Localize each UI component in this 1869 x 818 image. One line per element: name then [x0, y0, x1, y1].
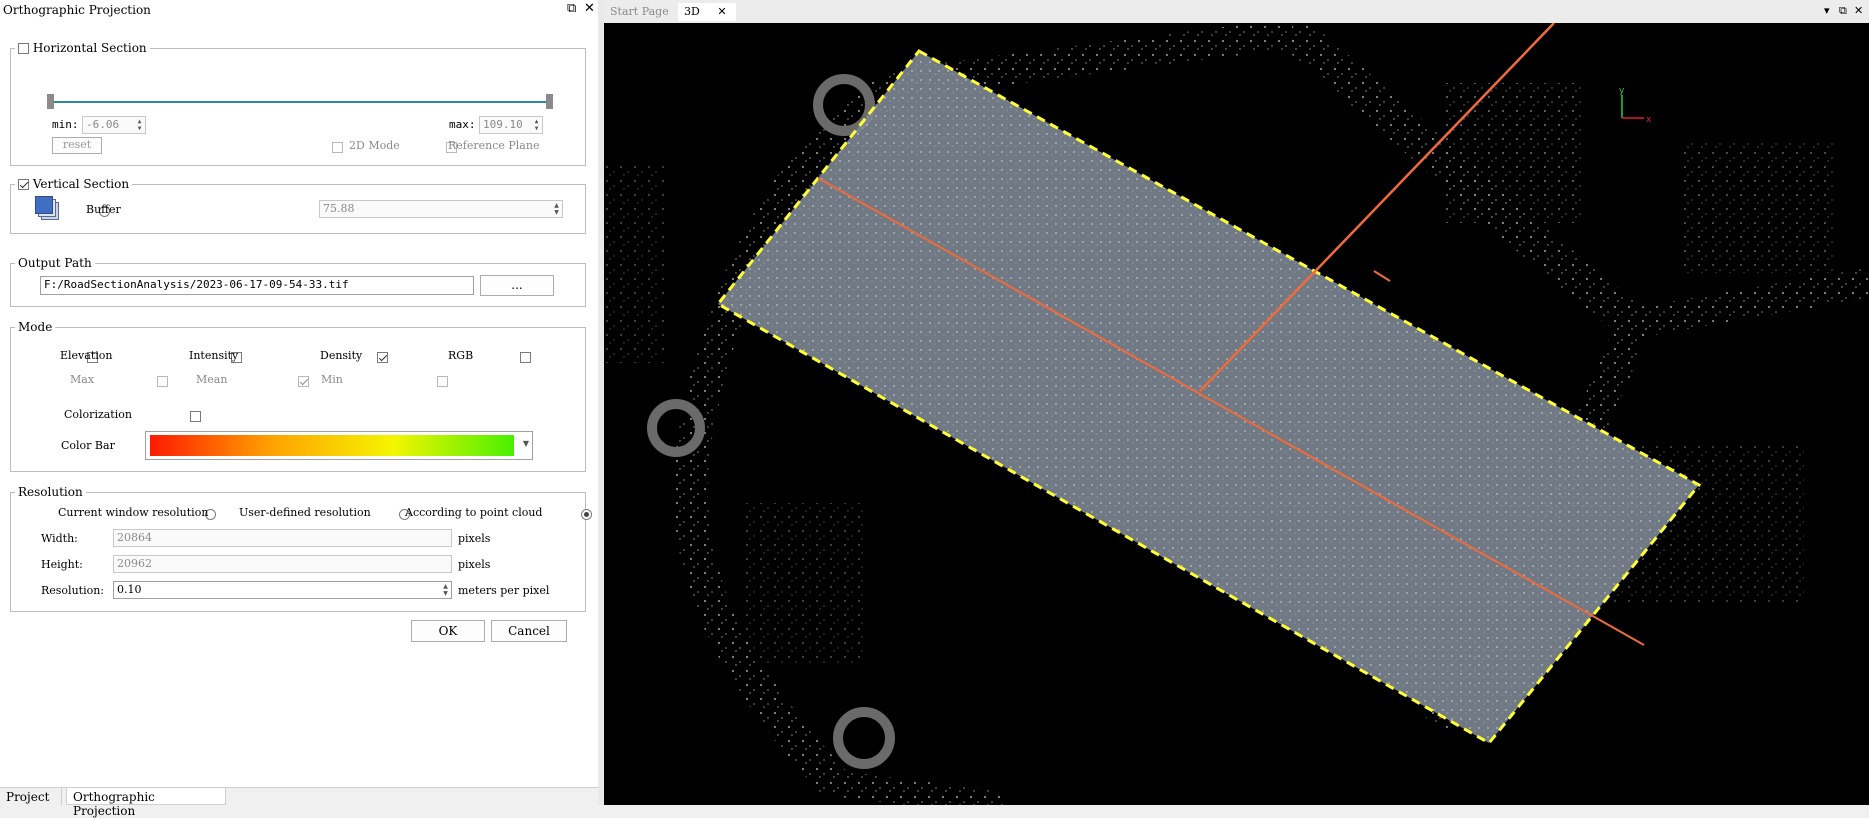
according-point-cloud-radio[interactable]: [580, 509, 592, 520]
chevron-down-icon[interactable]: ▾: [1824, 4, 1830, 17]
min-label: min:: [52, 118, 79, 131]
resolution-unit: meters per pixel: [458, 584, 550, 597]
max-option-label: Max: [70, 373, 95, 386]
browse-button[interactable]: ...: [480, 275, 554, 296]
mean-option-label: Mean: [196, 373, 228, 386]
color-bar-label: Color Bar: [61, 439, 115, 452]
resolution-value: 0.10: [117, 583, 142, 596]
bottom-tab-bar: Project Orthographic Projection: [0, 787, 598, 818]
density-checkbox[interactable]: [377, 352, 389, 363]
width-input[interactable]: 20864: [113, 529, 452, 547]
2d-mode-checkbox[interactable]: [332, 142, 343, 153]
colorization-checkbox[interactable]: [190, 411, 202, 422]
2d-mode-label: 2D Mode: [349, 139, 400, 152]
user-defined-label: User-defined resolution: [239, 506, 371, 519]
height-unit: pixels: [458, 558, 491, 571]
slider-min-handle[interactable]: [47, 94, 54, 109]
orthographic-projection-panel: Orthographic Projection ⧉ ✕ Horizontal S…: [0, 0, 598, 818]
tab-project[interactable]: Project: [0, 788, 62, 805]
tab-orthographic-projection[interactable]: Orthographic Projection: [66, 788, 226, 818]
color-bar-gradient: [150, 435, 514, 456]
min-option-label: Min: [321, 373, 343, 386]
buffer-label: Buffer: [86, 203, 121, 216]
range-slider-track[interactable]: [50, 101, 552, 103]
horizontal-section-checkbox[interactable]: [18, 43, 29, 54]
density-label: Density: [320, 349, 363, 362]
profile-tick: [1373, 270, 1391, 282]
3d-viewport[interactable]: y x: [604, 23, 1869, 805]
width-unit: pixels: [458, 532, 491, 545]
width-label: Width:: [41, 532, 78, 545]
float-icon[interactable]: ⧉: [1839, 4, 1847, 18]
min-input[interactable]: -6.06 ▲ ▼: [82, 116, 146, 134]
cancel-button[interactable]: Cancel: [491, 620, 567, 642]
colorization-label: Colorization: [64, 408, 132, 421]
point-cloud-scene: y x: [604, 23, 1869, 805]
chevron-down-icon: ▼: [522, 439, 529, 448]
axis-x-label: x: [1646, 115, 1652, 125]
max-value: 109.10: [483, 118, 523, 131]
section-layers-icon[interactable]: [35, 196, 59, 220]
panel-title: Orthographic Projection: [3, 3, 151, 17]
max-label: max:: [449, 118, 476, 131]
output-path-input[interactable]: F:/RoadSectionAnalysis/2023-06-17-09-54-…: [40, 276, 474, 295]
min-value: -6.06: [86, 118, 120, 131]
color-bar-select[interactable]: ▼: [145, 431, 533, 460]
horizontal-section-label: Horizontal Section: [32, 41, 147, 55]
vertical-section-checkbox[interactable]: [18, 179, 29, 190]
buffer-value: 75.88: [323, 202, 355, 215]
tab-start-page[interactable]: Start Page: [604, 3, 676, 21]
tab-3d-label: 3D: [684, 5, 700, 18]
reset-button[interactable]: reset: [52, 137, 102, 154]
close-icon[interactable]: ✕: [1854, 4, 1863, 17]
rgb-checkbox[interactable]: [519, 352, 531, 363]
panel-titlebar: Orthographic Projection ⧉ ✕: [0, 0, 598, 20]
buffer-input[interactable]: 75.88 ▲ ▼: [319, 200, 563, 218]
slider-max-handle[interactable]: [546, 94, 553, 109]
ok-button[interactable]: OK: [411, 620, 485, 642]
resolution-legend: Resolution: [18, 485, 83, 499]
min-checkbox[interactable]: [437, 376, 449, 387]
vertical-section-label: Vertical Section: [32, 177, 130, 191]
axis-y-label: y: [1619, 86, 1625, 96]
resolution-label: Resolution:: [41, 584, 105, 597]
max-input[interactable]: 109.10 ▲ ▼: [479, 116, 543, 134]
according-point-cloud-label: According to point cloud: [405, 506, 543, 519]
axis-gizmo: y x: [1619, 86, 1652, 125]
max-checkbox[interactable]: [156, 376, 168, 387]
float-icon[interactable]: ⧉: [567, 2, 576, 16]
reference-plane-label: Reference Plane: [448, 139, 540, 152]
height-input[interactable]: 20962: [113, 555, 452, 573]
close-icon[interactable]: ✕: [717, 5, 726, 18]
viewer-area: Start Page 3D ✕ ▾ ⧉ ✕ y x: [604, 0, 1869, 805]
intensity-label: Intensity: [189, 349, 239, 362]
output-path-legend: Output Path: [18, 256, 92, 270]
rgb-label: RGB: [448, 349, 474, 362]
close-icon[interactable]: ✕: [584, 2, 595, 16]
resolution-input[interactable]: 0.10 ▲ ▼: [113, 581, 452, 599]
tab-3d[interactable]: 3D ✕: [678, 3, 736, 21]
height-label: Height:: [41, 558, 83, 571]
mean-checkbox[interactable]: [297, 376, 309, 387]
elevation-label: Elevation: [60, 349, 113, 362]
current-window-label: Current window resolution: [58, 506, 209, 519]
mode-legend: Mode: [18, 320, 53, 334]
document-tab-bar: Start Page 3D ✕ ▾ ⧉ ✕: [604, 0, 1869, 24]
